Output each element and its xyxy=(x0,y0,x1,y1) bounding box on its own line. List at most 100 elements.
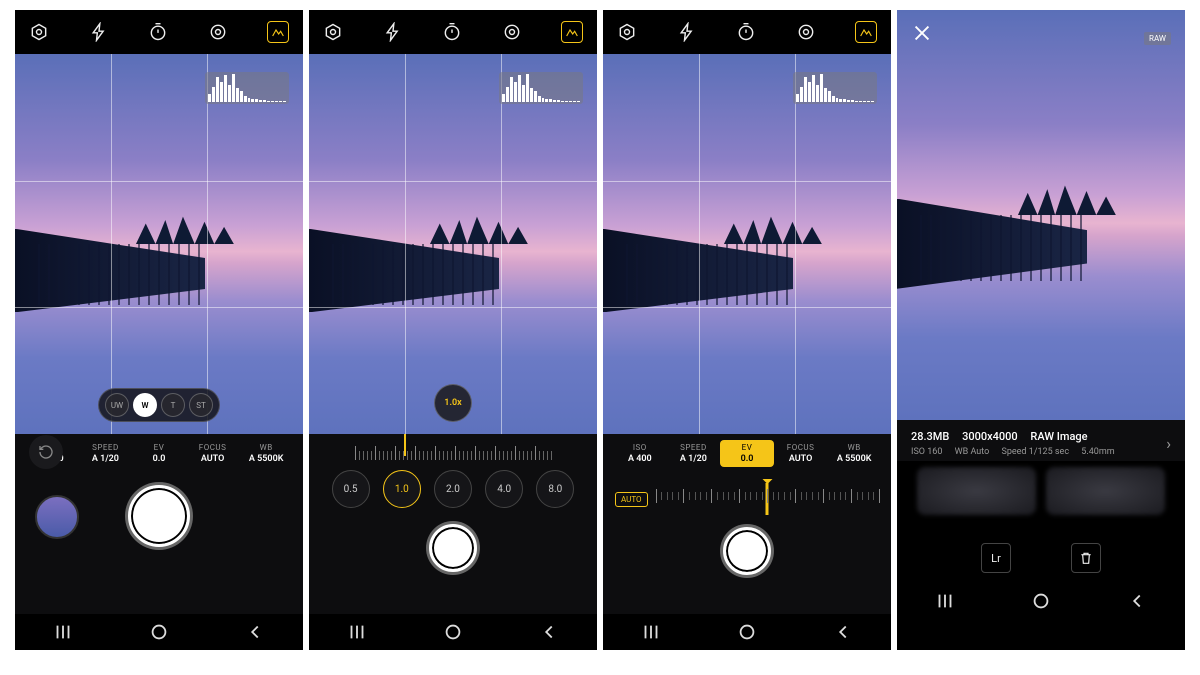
grid-line xyxy=(15,181,303,182)
raw-badge: RAW xyxy=(1144,32,1171,45)
nav-recents-icon[interactable] xyxy=(934,590,956,612)
grid-line xyxy=(15,307,303,308)
shutter-area xyxy=(15,471,303,614)
zoom-preset-05[interactable]: 0.5 xyxy=(332,470,370,508)
histogram-overlay xyxy=(499,72,583,104)
viewfinder[interactable] xyxy=(603,54,891,434)
lens-uw[interactable]: UW xyxy=(105,393,129,417)
manual-wb[interactable]: WBA 5500K xyxy=(239,440,293,467)
zoom-ruler[interactable] xyxy=(309,434,597,460)
review-image[interactable]: RAW xyxy=(897,10,1185,420)
zoom-preset-10[interactable]: 1.0 xyxy=(383,470,421,508)
zoom-presets: 0.5 1.0 2.0 4.0 8.0 xyxy=(309,460,597,516)
zoom-preset-80[interactable]: 8.0 xyxy=(536,470,574,508)
nav-home-icon[interactable] xyxy=(1030,590,1052,612)
shutter-button[interactable] xyxy=(723,527,771,575)
top-toolbar xyxy=(603,10,891,54)
nav-back-icon[interactable] xyxy=(538,621,560,643)
nav-home-icon[interactable] xyxy=(148,621,170,643)
zoom-preset-20[interactable]: 2.0 xyxy=(434,470,472,508)
android-navbar xyxy=(603,614,891,650)
histogram-toggle-icon[interactable] xyxy=(561,21,583,43)
lens-st[interactable]: ST xyxy=(189,393,213,417)
settings-icon[interactable] xyxy=(323,22,343,42)
lens-selector: UW W T ST xyxy=(98,388,220,422)
info-resolution: 3000x4000 xyxy=(962,430,1018,443)
manual-wb[interactable]: WBA 5500K xyxy=(827,440,881,467)
flash-icon[interactable] xyxy=(383,22,403,42)
nav-back-icon[interactable] xyxy=(832,621,854,643)
nav-recents-icon[interactable] xyxy=(52,621,74,643)
manual-focus[interactable]: FOCUSAUTO xyxy=(186,440,240,467)
nav-recents-icon[interactable] xyxy=(640,621,662,643)
timer-icon[interactable] xyxy=(736,22,756,42)
shutter-area xyxy=(309,516,597,614)
filmstrip[interactable] xyxy=(897,461,1185,521)
camera-screen-ev: ISOA 400 SPEEDA 1/20 EV0.0 FOCUSAUTO WBA… xyxy=(603,10,891,650)
shutter-button[interactable] xyxy=(128,485,190,547)
manual-ev[interactable]: EV0.0 xyxy=(720,440,774,467)
zoom-preset-40[interactable]: 4.0 xyxy=(485,470,523,508)
info-iso: ISO 160 xyxy=(911,447,942,457)
zoom-indicator[interactable] xyxy=(404,434,406,456)
image-review-screen: RAW 28.3MB 3000x4000 RAW Image ISO 160 W… xyxy=(897,10,1185,650)
edit-lightroom-button[interactable]: Lr xyxy=(981,543,1011,573)
reset-button[interactable] xyxy=(29,435,63,469)
flash-icon[interactable] xyxy=(677,22,697,42)
ev-auto-chip[interactable]: AUTO xyxy=(615,492,648,507)
android-navbar xyxy=(15,614,303,650)
action-row: Lr xyxy=(897,521,1185,583)
grid-line xyxy=(111,54,112,434)
shutter-area xyxy=(603,523,891,614)
top-toolbar xyxy=(309,10,597,54)
metering-icon[interactable] xyxy=(502,22,522,42)
nav-home-icon[interactable] xyxy=(442,621,464,643)
histogram-toggle-icon[interactable] xyxy=(267,21,289,43)
info-speed: Speed 1/125 sec xyxy=(1001,447,1069,457)
metering-icon[interactable] xyxy=(796,22,816,42)
delete-icon[interactable] xyxy=(1071,543,1101,573)
settings-icon[interactable] xyxy=(29,22,49,42)
lens-t[interactable]: T xyxy=(161,393,185,417)
info-focal: 5.40mm xyxy=(1081,447,1114,457)
nav-recents-icon[interactable] xyxy=(346,621,368,643)
android-navbar xyxy=(897,583,1185,619)
metering-icon[interactable] xyxy=(208,22,228,42)
viewfinder[interactable]: UW W T ST xyxy=(15,54,303,434)
ev-track[interactable] xyxy=(656,489,879,509)
manual-controls-row: ISOA 400 SPEEDA 1/20 EV0.0 FOCUSAUTO WBA… xyxy=(603,434,891,471)
gallery-thumbnail[interactable] xyxy=(35,495,79,539)
expand-details-icon[interactable]: › xyxy=(1166,434,1171,453)
zoom-level-badge[interactable]: 1.0x xyxy=(434,384,472,422)
ev-slider[interactable]: AUTO xyxy=(615,481,879,517)
timer-icon[interactable] xyxy=(442,22,462,42)
manual-speed[interactable]: SPEEDA 1/20 xyxy=(667,440,721,467)
info-format: RAW Image xyxy=(1030,430,1087,443)
lens-w[interactable]: W xyxy=(133,393,157,417)
info-wb: WB Auto xyxy=(955,447,990,457)
grid-line xyxy=(207,54,208,434)
info-size: 28.3MB xyxy=(911,430,949,443)
top-toolbar xyxy=(15,10,303,54)
histogram-toggle-icon[interactable] xyxy=(855,21,877,43)
filmstrip-thumb[interactable] xyxy=(917,467,1036,515)
nav-back-icon[interactable] xyxy=(1126,590,1148,612)
flash-icon[interactable] xyxy=(89,22,109,42)
settings-icon[interactable] xyxy=(617,22,637,42)
nav-back-icon[interactable] xyxy=(244,621,266,643)
timer-icon[interactable] xyxy=(148,22,168,42)
image-info-block: 28.3MB 3000x4000 RAW Image ISO 160 WB Au… xyxy=(897,420,1185,461)
histogram-overlay xyxy=(793,72,877,104)
manual-ev[interactable]: EV0.0 xyxy=(132,440,186,467)
shutter-button[interactable] xyxy=(429,524,477,572)
manual-iso[interactable]: ISOA 400 xyxy=(613,440,667,467)
histogram-overlay xyxy=(205,72,289,104)
close-icon[interactable] xyxy=(911,22,933,44)
android-navbar xyxy=(309,614,597,650)
viewfinder[interactable]: 1.0x xyxy=(309,54,597,434)
nav-home-icon[interactable] xyxy=(736,621,758,643)
manual-focus[interactable]: FOCUSAUTO xyxy=(774,440,828,467)
manual-speed[interactable]: SPEEDA 1/20 xyxy=(79,440,133,467)
filmstrip-thumb[interactable] xyxy=(1046,467,1165,515)
camera-screen-zoom: 1.0x 0.5 1.0 2.0 4.0 8.0 xyxy=(309,10,597,650)
